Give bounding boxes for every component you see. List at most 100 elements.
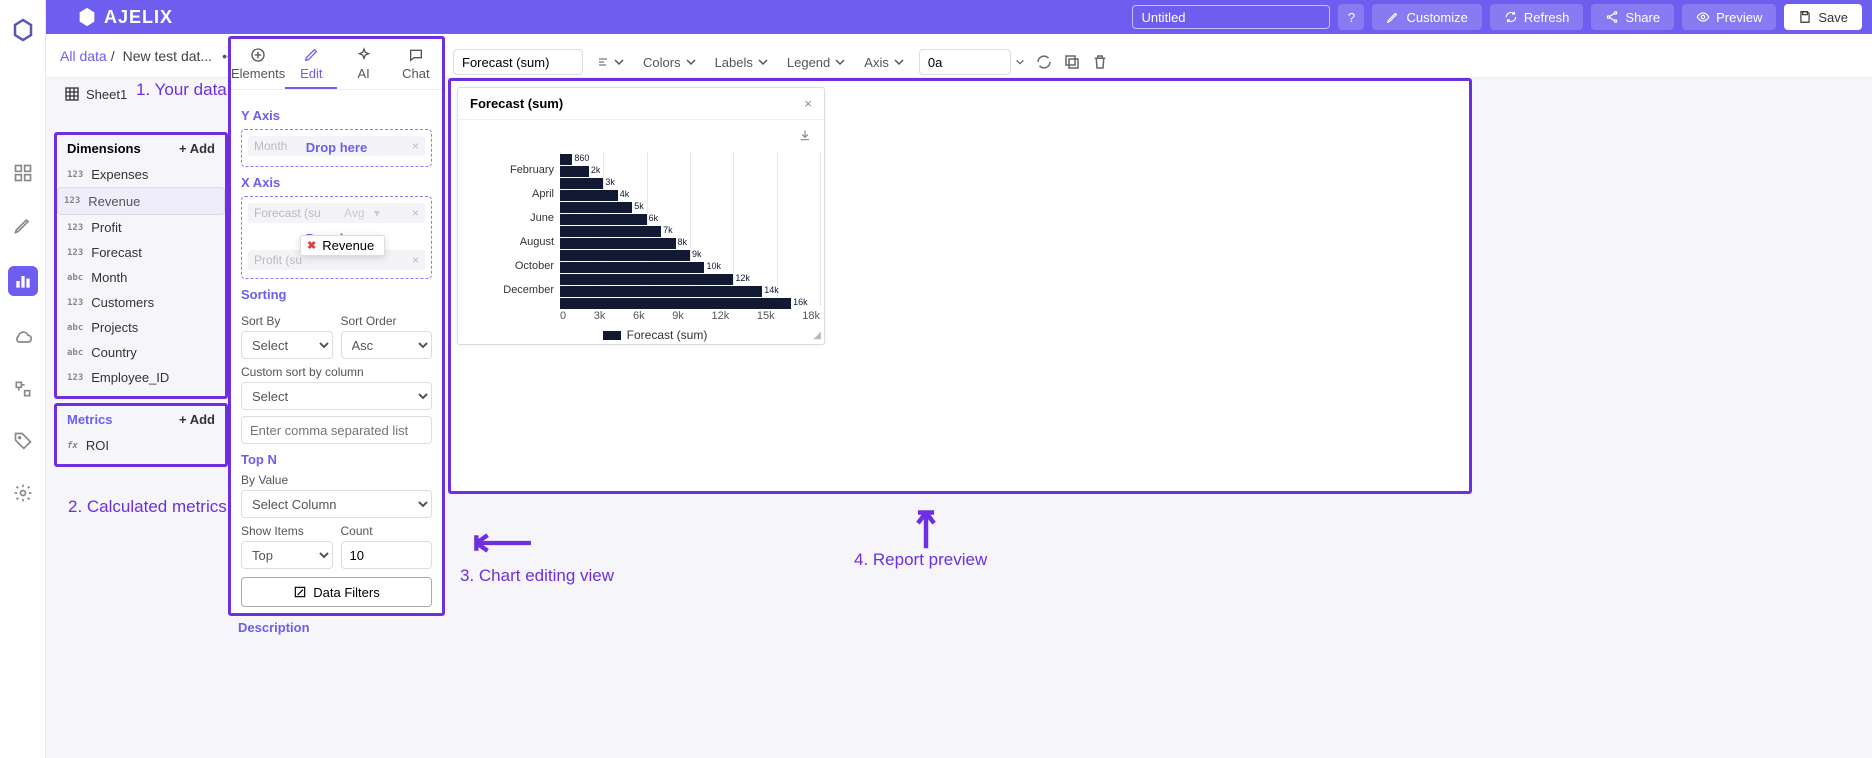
- metrics-title: Metrics: [67, 412, 113, 427]
- custom-sort-label: Custom sort by column: [241, 365, 432, 379]
- dimension-item[interactable]: 123 Expenses: [57, 162, 225, 187]
- chart-bar-icon[interactable]: [8, 266, 38, 296]
- align-dropdown[interactable]: [593, 49, 629, 75]
- sort-by-select[interactable]: Select: [241, 331, 333, 359]
- x-axis-tick: 0: [560, 310, 566, 322]
- dtype-badge: fx: [67, 441, 78, 451]
- customize-button[interactable]: Customize: [1372, 4, 1481, 30]
- dimension-name: Expenses: [91, 167, 148, 182]
- dimension-item[interactable]: abc Projects: [57, 315, 225, 340]
- dtype-badge: 123: [67, 170, 83, 180]
- dtype-badge: abc: [67, 323, 83, 333]
- help-button[interactable]: ?: [1338, 4, 1364, 30]
- chart-name-input[interactable]: [453, 49, 583, 75]
- save-button[interactable]: Save: [1784, 4, 1862, 30]
- xaxis-chip-1[interactable]: Forecast (su Avg ▾×: [248, 203, 425, 223]
- sort-order-label: Sort Order: [341, 314, 433, 328]
- remove-chip-icon[interactable]: ×: [412, 206, 419, 220]
- dimension-name: Projects: [91, 320, 138, 335]
- metric-item[interactable]: fxROI: [57, 433, 225, 458]
- chart-download-icon[interactable]: [798, 128, 812, 147]
- sheet-selector[interactable]: Sheet1: [54, 82, 137, 106]
- bar-value-label: 860: [574, 153, 589, 163]
- description-section-title: Description: [238, 620, 310, 635]
- chart-toolbar: Colors Labels Legend Axis: [453, 44, 1862, 80]
- dimension-item[interactable]: 123Revenue: [57, 187, 225, 215]
- labels-dropdown[interactable]: Labels: [711, 49, 773, 75]
- y-axis-label: February: [510, 164, 558, 176]
- refresh-icon[interactable]: [1035, 53, 1053, 71]
- gear-icon[interactable]: [12, 482, 34, 504]
- bar-value-label: 4k: [620, 189, 630, 199]
- top-header: AJELIX ? Customize Refresh Share Preview…: [46, 0, 1872, 34]
- dimension-item[interactable]: 123Forecast: [57, 240, 225, 265]
- tab-chat[interactable]: Chat: [390, 39, 442, 89]
- yaxis-section-title: Y Axis: [241, 108, 432, 123]
- dtype-badge: 123: [67, 223, 83, 233]
- crumb-all-data[interactable]: All data: [60, 48, 107, 64]
- dimensions-title: Dimensions: [67, 141, 141, 156]
- show-items-select[interactable]: Top: [241, 541, 333, 569]
- shapes-icon[interactable]: [12, 378, 34, 400]
- cloud-icon[interactable]: [12, 326, 34, 348]
- drag-ghost-revenue[interactable]: ✖Revenue: [300, 235, 385, 256]
- yaxis-dropzone[interactable]: Month× Drop here: [241, 129, 432, 167]
- resize-handle-icon[interactable]: ◢: [813, 330, 821, 341]
- xaxis-dropzone[interactable]: Forecast (su Avg ▾× Drop here Profit (su…: [241, 196, 432, 279]
- preview-button[interactable]: Preview: [1682, 4, 1776, 30]
- legend-dropdown[interactable]: Legend: [783, 49, 850, 75]
- x-axis-tick: 12k: [712, 310, 730, 322]
- grid-icon[interactable]: [12, 162, 34, 184]
- colors-dropdown[interactable]: Colors: [639, 49, 701, 75]
- dimension-item[interactable]: abcMonth: [57, 265, 225, 290]
- bar-value-label: 9k: [692, 249, 702, 259]
- brand: AJELIX: [76, 6, 173, 28]
- share-button[interactable]: Share: [1591, 4, 1674, 30]
- bar: [560, 154, 572, 165]
- bar-value-label: 8k: [678, 237, 688, 247]
- copy-icon[interactable]: [1063, 53, 1081, 71]
- sort-order-select[interactable]: Asc: [341, 331, 433, 359]
- chart-close-icon[interactable]: ×: [804, 96, 812, 111]
- bar: [560, 226, 661, 237]
- format-chevron-icon[interactable]: [1015, 57, 1025, 67]
- add-metric-button[interactable]: + Add: [179, 412, 215, 427]
- report-preview-canvas[interactable]: Forecast (sum) × 8602k3k4k5k6k7k8k9k10k1…: [448, 78, 1472, 494]
- chart-card[interactable]: Forecast (sum) × 8602k3k4k5k6k7k8k9k10k1…: [457, 87, 825, 345]
- data-column: Sheet1 1. Your data Dimensions + Add 123…: [54, 82, 228, 517]
- tab-edit[interactable]: Edit: [285, 39, 337, 89]
- y-axis-label: August: [520, 236, 558, 248]
- bar-value-label: 6k: [649, 213, 659, 223]
- dtype-badge: 123: [64, 196, 80, 206]
- metrics-panel: Metrics + Add fxROI: [54, 403, 228, 467]
- dimension-item[interactable]: 123Customers: [57, 290, 225, 315]
- legend-label: Forecast (sum): [627, 328, 708, 342]
- axis-dropdown[interactable]: Axis: [860, 49, 909, 75]
- refresh-button[interactable]: Refresh: [1490, 4, 1584, 30]
- trash-icon[interactable]: [1091, 53, 1109, 71]
- yaxis-drop-here: Drop here: [242, 136, 431, 159]
- dimension-item[interactable]: abcCountry: [57, 340, 225, 365]
- data-filters-button[interactable]: Data Filters: [241, 577, 432, 607]
- count-input[interactable]: [341, 541, 433, 569]
- tab-ai[interactable]: AI: [337, 39, 389, 89]
- bar-value-label: 7k: [663, 225, 673, 235]
- custom-sort-select[interactable]: Select: [241, 382, 432, 410]
- remove-chip-icon[interactable]: ×: [412, 253, 419, 267]
- dtype-badge: 123: [67, 298, 83, 308]
- format-input[interactable]: [919, 49, 1011, 75]
- by-value-select[interactable]: Select Column: [241, 490, 432, 518]
- report-title-input[interactable]: [1132, 5, 1330, 29]
- add-dimension-button[interactable]: + Add: [179, 141, 215, 156]
- custom-sort-list-input[interactable]: [241, 416, 432, 444]
- dimension-item[interactable]: 123Employee_ID: [57, 365, 225, 390]
- y-axis-label: October: [515, 260, 558, 272]
- tag-icon[interactable]: [12, 430, 34, 452]
- annotation-2: 2. Calculated metrics: [68, 497, 242, 517]
- app-vertical-nav: [0, 0, 46, 758]
- edit-pencil-icon[interactable]: [12, 214, 34, 236]
- by-value-label: By Value: [241, 473, 432, 487]
- dimension-item[interactable]: 123Profit: [57, 215, 225, 240]
- arrow-up-icon: [912, 500, 940, 550]
- tab-elements[interactable]: Elements: [231, 39, 285, 89]
